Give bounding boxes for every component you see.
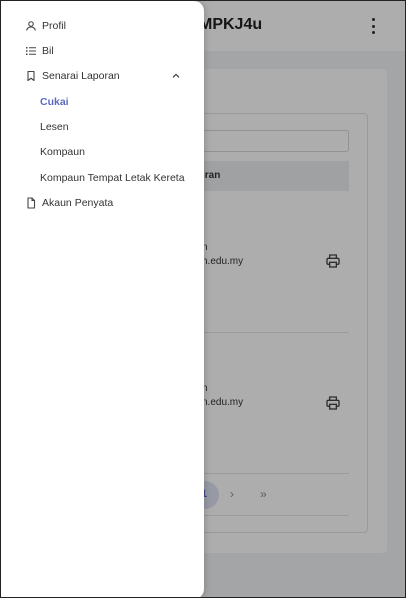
file-icon bbox=[24, 196, 38, 210]
chevron-up-icon[interactable] bbox=[171, 71, 181, 81]
nav-label-akaun-penyata: Akaun Penyata bbox=[42, 197, 114, 209]
sub-item-lesen[interactable]: Lesen bbox=[1, 115, 204, 139]
sub-item-cukai[interactable]: Cukai bbox=[1, 90, 204, 114]
list-icon bbox=[24, 44, 38, 58]
navigation-drawer: Profil Bil Senarai Laporan Cukai Lesen K… bbox=[1, 1, 204, 597]
sub-label-kompaun-tempat-letak-kereta: Kompaun Tempat Letak Kereta bbox=[40, 172, 185, 184]
nav-label-senarai-laporan: Senarai Laporan bbox=[42, 70, 120, 82]
nav-label-profil: Profil bbox=[42, 20, 66, 32]
nav-item-bil[interactable]: Bil bbox=[1, 39, 204, 63]
sub-label-cukai: Cukai bbox=[40, 96, 69, 108]
bookmark-icon bbox=[24, 69, 38, 83]
screen-frame: MPKJ4u iran n n.edu.my n n.edu.my 1 › » bbox=[0, 0, 406, 598]
user-icon bbox=[24, 19, 38, 33]
sub-label-kompaun: Kompaun bbox=[40, 146, 85, 158]
nav-label-bil: Bil bbox=[42, 45, 54, 57]
nav-item-senarai-laporan[interactable]: Senarai Laporan bbox=[1, 64, 204, 88]
sub-label-lesen: Lesen bbox=[40, 121, 69, 133]
nav-item-profil[interactable]: Profil bbox=[1, 14, 204, 38]
sub-item-kompaun[interactable]: Kompaun bbox=[1, 140, 204, 164]
sub-item-kompaun-tempat-letak-kereta[interactable]: Kompaun Tempat Letak Kereta bbox=[1, 166, 204, 190]
nav-item-akaun-penyata[interactable]: Akaun Penyata bbox=[1, 191, 204, 215]
